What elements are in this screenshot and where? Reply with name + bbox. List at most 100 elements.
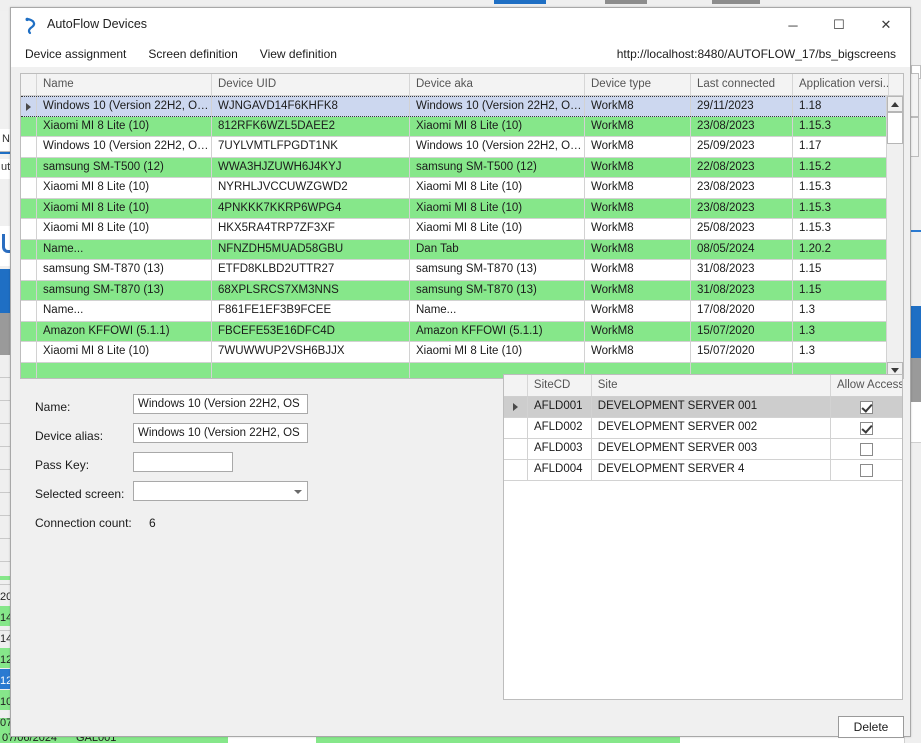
cell-allow-access[interactable] <box>831 397 902 417</box>
cell-uid: 68XPLSRCS7XM3NNS <box>212 281 410 301</box>
cell-type: WorkM8 <box>585 158 691 178</box>
form-row-name: Name: <box>35 394 495 423</box>
chevron-down-icon[interactable] <box>294 490 302 494</box>
table-row[interactable]: samsung SM-T870 (13)68XPLSRCS7XM3NNSsams… <box>21 281 903 302</box>
allow-access-checkbox[interactable] <box>860 401 873 414</box>
list-item[interactable]: AFLD003DEVELOPMENT SERVER 003 <box>504 439 902 460</box>
cell-uid: 812RFK6WZL5DAEE2 <box>212 117 410 137</box>
devices-column-header-application-version[interactable]: Application versi... <box>793 74 889 95</box>
menu-item-view-definition[interactable]: View definition <box>258 44 339 64</box>
devices-column-header-last-connected[interactable]: Last connected <box>691 74 793 95</box>
devices-grid-header: Name Device UID Device aka Device type L… <box>21 74 903 96</box>
device-alias-input[interactable] <box>133 423 308 443</box>
devices-column-header-device-aka[interactable]: Device aka <box>410 74 585 95</box>
cell-aka: samsung SM-T500 (12) <box>410 158 585 178</box>
table-row[interactable]: Xiaomi MI 8 Lite (10)NYRHLJVCCUWZGWD2Xia… <box>21 178 903 199</box>
cell-app_version: 1.15.3 <box>793 219 889 239</box>
cell-app_version: 1.15.2 <box>793 158 889 178</box>
cell-name: Name... <box>37 301 212 321</box>
cell-site: DEVELOPMENT SERVER 4 <box>592 460 831 480</box>
cell-allow-access[interactable] <box>831 439 902 459</box>
cell-last_connected: 25/08/2023 <box>691 219 793 239</box>
cell-aka: Xiaomi MI 8 Lite (10) <box>410 117 585 137</box>
background-left-label-2: ut <box>1 161 10 173</box>
selected-screen-combobox[interactable] <box>133 481 308 501</box>
title-bar: AutoFlow Devices ─ ☐ ✕ <box>11 8 910 42</box>
cell-aka: Xiaomi MI 8 Lite (10) <box>410 178 585 198</box>
devices-column-header-device-uid[interactable]: Device UID <box>212 74 410 95</box>
row-current-indicator-icon <box>21 97 37 116</box>
active-menu-pointer-icon <box>99 33 115 40</box>
table-row[interactable]: samsung SM-T500 (12)WWA3HJZUWH6J4KYJsams… <box>21 158 903 179</box>
cell-site: DEVELOPMENT SERVER 003 <box>592 439 831 459</box>
cell-sitecd: AFLD002 <box>528 418 592 438</box>
sites-grid[interactable]: SiteCD Site Allow Access AFLD001DEVELOPM… <box>503 374 903 700</box>
background-tab-active[interactable] <box>494 0 546 4</box>
cell-last_connected: 23/08/2023 <box>691 199 793 219</box>
cell-allow-access[interactable] <box>831 418 902 438</box>
table-row[interactable]: Xiaomi MI 8 Lite (10)4PNKKK7KKRP6WPG4Xia… <box>21 199 903 220</box>
cell-name: Windows 10 (Version 22H2, OS B... <box>37 137 212 157</box>
cell-allow-access[interactable] <box>831 460 902 480</box>
cell-last_connected: 08/05/2024 <box>691 240 793 260</box>
name-input[interactable] <box>133 394 308 414</box>
form-row-device-alias: Device alias: <box>35 423 495 452</box>
table-row[interactable]: Amazon KFFOWI (5.1.1)FBCEFE53E16DFC4DAma… <box>21 322 903 343</box>
cell-app_version: 1.17 <box>793 137 889 157</box>
table-row[interactable]: Name...F861FE1EF3B9FCEEName...WorkM817/0… <box>21 301 903 322</box>
table-row[interactable]: Windows 10 (Version 22H2, OS B...7UYLVMT… <box>21 137 903 158</box>
table-row[interactable]: Xiaomi MI 8 Lite (10)7WUWWUP2VSH6BJJXXia… <box>21 342 903 363</box>
allow-access-checkbox[interactable] <box>860 464 873 477</box>
devices-grid[interactable]: Name Device UID Device aka Device type L… <box>20 73 904 379</box>
list-item[interactable]: AFLD002DEVELOPMENT SERVER 002 <box>504 418 902 439</box>
cell-sitecd: AFLD003 <box>528 439 592 459</box>
form-row-pass-key: Pass Key: <box>35 452 495 481</box>
row-indicator <box>21 158 37 178</box>
sites-column-header-allow-access[interactable]: Allow Access <box>831 375 902 396</box>
row-indicator <box>21 219 37 239</box>
cell-name: samsung SM-T500 (12) <box>37 158 212 178</box>
autoflow-devices-dialog: AutoFlow Devices ─ ☐ ✕ Device assignment… <box>10 7 911 737</box>
table-row[interactable]: Xiaomi MI 8 Lite (10)812RFK6WZL5DAEE2Xia… <box>21 117 903 138</box>
devices-grid-scrollbar[interactable] <box>886 96 903 378</box>
list-item[interactable]: AFLD001DEVELOPMENT SERVER 001 <box>504 397 902 418</box>
minimize-button[interactable]: ─ <box>770 8 816 42</box>
table-row[interactable]: Name...NFNZDH5MUAD58GBUDan TabWorkM808/0… <box>21 240 903 261</box>
devices-column-header-name[interactable]: Name <box>37 74 212 95</box>
scroll-up-arrow-icon[interactable] <box>887 96 903 112</box>
cell-uid: F861FE1EF3B9FCEE <box>212 301 410 321</box>
sites-column-header-site[interactable]: Site <box>592 375 831 396</box>
cell-last_connected: 31/08/2023 <box>691 260 793 280</box>
devices-column-header-device-type[interactable]: Device type <box>585 74 691 95</box>
pass-key-input[interactable] <box>133 452 233 472</box>
cell-type: WorkM8 <box>585 97 691 116</box>
cell-aka: Windows 10 (Version 22H2, OS B... <box>410 97 585 116</box>
cell-aka: Amazon KFFOWI (5.1.1) <box>410 322 585 342</box>
scrollbar-thumb[interactable] <box>887 112 903 144</box>
menu-item-screen-definition[interactable]: Screen definition <box>146 44 239 64</box>
table-row[interactable]: Xiaomi MI 8 Lite (10)HKX5RA4TRP7ZF3XFXia… <box>21 219 903 240</box>
table-row[interactable]: samsung SM-T870 (13)ETFD8KLBD2UTTR27sams… <box>21 260 903 281</box>
delete-button[interactable]: Delete <box>838 716 904 738</box>
sites-column-header-sitecd[interactable]: SiteCD <box>528 375 592 396</box>
cell-uid: 4PNKKK7KKRP6WPG4 <box>212 199 410 219</box>
form-row-connection-count: Connection count: 6 <box>35 510 495 539</box>
close-button[interactable]: ✕ <box>862 8 910 42</box>
menu-item-device-assignment[interactable]: Device assignment <box>23 44 128 64</box>
cell-type: WorkM8 <box>585 178 691 198</box>
cell-type: WorkM8 <box>585 342 691 362</box>
background-tab-inactive-2[interactable] <box>712 0 760 4</box>
cell-type: WorkM8 <box>585 199 691 219</box>
cell-name: samsung SM-T870 (13) <box>37 260 212 280</box>
list-item[interactable]: AFLD004DEVELOPMENT SERVER 4 <box>504 460 902 481</box>
row-indicator <box>21 199 37 219</box>
maximize-button[interactable]: ☐ <box>816 8 862 42</box>
allow-access-checkbox[interactable] <box>860 443 873 456</box>
cell-uid: WWA3HJZUWH6J4KYJ <box>212 158 410 178</box>
sites-grid-header: SiteCD Site Allow Access <box>504 375 902 397</box>
cell-uid: 7UYLVMTLFPGDT1NK <box>212 137 410 157</box>
table-row[interactable]: Windows 10 (Version 22H2, OS B...WJNGAVD… <box>21 96 903 117</box>
background-tab-inactive-1[interactable] <box>605 0 647 4</box>
cell-name: Xiaomi MI 8 Lite (10) <box>37 178 212 198</box>
allow-access-checkbox[interactable] <box>860 422 873 435</box>
